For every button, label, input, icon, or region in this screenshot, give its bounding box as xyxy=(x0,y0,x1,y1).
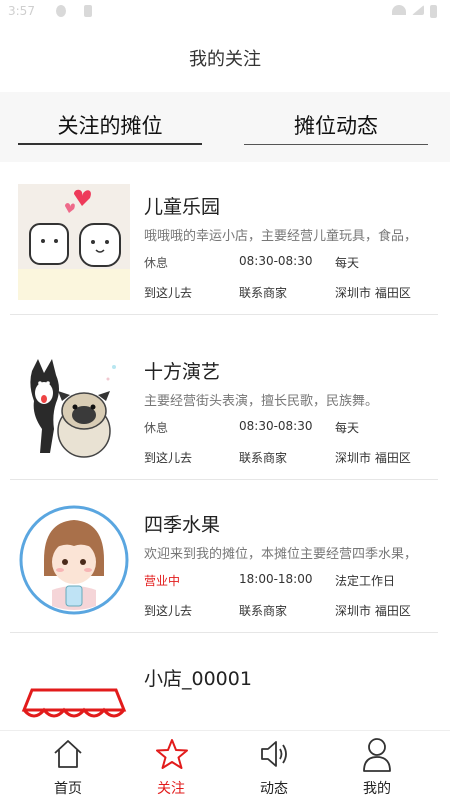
nav-mine[interactable]: 我的 xyxy=(321,731,433,800)
nav-follow[interactable]: 关注 xyxy=(115,731,227,800)
contact-merchant-link[interactable]: 联系商家 xyxy=(239,284,287,301)
directions-link[interactable]: 到这儿去 xyxy=(144,602,192,619)
stall-status: 营业中 xyxy=(144,574,181,588)
stall-card[interactable]: 儿童乐园 哦哦哦的幸运小店，主要经营儿童玩具，食品， 休息 08:30-08:3… xyxy=(0,162,450,315)
star-icon xyxy=(156,739,188,769)
stall-days: 法定工作日 xyxy=(335,574,396,588)
contact-merchant-link[interactable]: 联系商家 xyxy=(239,449,287,466)
page-title: 我的关注 xyxy=(189,49,261,70)
contact-merchant-link[interactable]: 联系商家 xyxy=(239,602,287,619)
nav-home[interactable]: 首页 xyxy=(12,731,124,800)
status-time: 3:57 xyxy=(8,4,35,18)
stall-name: 儿童乐园 xyxy=(144,196,221,218)
stall-card[interactable]: 四季水果 欢迎来到我的摊位，本摊位主要经营四季水果， 营业中 18:00-18:… xyxy=(0,480,450,633)
stall-card[interactable]: 小店_00001 xyxy=(0,634,450,730)
nav-label: 动态 xyxy=(260,781,288,797)
nav-updates[interactable]: 动态 xyxy=(218,731,330,800)
directions-link[interactable]: 到这儿去 xyxy=(144,284,192,301)
settings-status-icon xyxy=(56,5,66,17)
signal-icon xyxy=(412,5,424,15)
stall-address: 深圳市 福田区 xyxy=(335,451,411,465)
item-divider xyxy=(10,314,438,315)
tab-bar: 关注的摊位 摊位动态 xyxy=(0,92,450,162)
nav-label: 首页 xyxy=(54,781,82,797)
stall-address: 深圳市 福田区 xyxy=(335,286,411,300)
person-icon xyxy=(363,738,391,772)
tab-label: 摊位动态 xyxy=(294,114,378,138)
tab-divider-line xyxy=(244,144,428,145)
stall-thumbnail-image xyxy=(18,656,130,730)
stall-thumbnail-image xyxy=(18,349,130,465)
stall-description: 欢迎来到我的摊位，本摊位主要经营四季水果， xyxy=(144,547,418,562)
stall-name: 小店_00001 xyxy=(144,668,252,690)
stall-hours: 08:30-08:30 xyxy=(239,419,313,433)
stall-description: 主要经营街头表演，擅长民歌，民族舞。 xyxy=(144,394,379,409)
home-icon xyxy=(54,740,82,768)
stall-thumbnail-image xyxy=(18,502,130,618)
speaker-icon xyxy=(261,741,287,767)
stall-card[interactable]: 十方演艺 主要经营街头表演，擅长民歌，民族舞。 休息 08:30-08:30 每… xyxy=(0,327,450,480)
stall-name: 十方演艺 xyxy=(144,361,221,383)
tab-stall-updates[interactable]: 摊位动态 xyxy=(244,92,428,162)
status-bar: 3:57 xyxy=(0,0,450,24)
bottom-navigation: 首页 关注 动态 我的 xyxy=(0,730,450,800)
stall-status: 休息 xyxy=(144,421,169,435)
stall-list: 儿童乐园 哦哦哦的幸运小店，主要经营儿童玩具，食品， 休息 08:30-08:3… xyxy=(0,162,450,730)
stall-description: 哦哦哦的幸运小店，主要经营儿童玩具，食品， xyxy=(144,229,418,244)
stall-hours: 08:30-08:30 xyxy=(239,254,313,268)
stall-status: 休息 xyxy=(144,256,169,270)
battery-icon xyxy=(430,5,437,18)
stall-name: 四季水果 xyxy=(144,514,221,536)
item-divider xyxy=(10,632,438,633)
tab-followed-stalls[interactable]: 关注的摊位 xyxy=(18,92,202,162)
nav-label: 我的 xyxy=(363,781,391,797)
tab-active-indicator xyxy=(18,143,202,145)
stall-days: 每天 xyxy=(335,421,360,435)
wifi-icon xyxy=(392,5,406,15)
stall-days: 每天 xyxy=(335,256,360,270)
stall-hours: 18:00-18:00 xyxy=(239,572,313,586)
directions-link[interactable]: 到这儿去 xyxy=(144,449,192,466)
sim-card-icon xyxy=(84,5,92,17)
stall-thumbnail-image xyxy=(18,184,130,300)
tab-label: 关注的摊位 xyxy=(57,114,163,138)
stall-address: 深圳市 福田区 xyxy=(335,604,411,618)
nav-label: 关注 xyxy=(157,781,185,797)
